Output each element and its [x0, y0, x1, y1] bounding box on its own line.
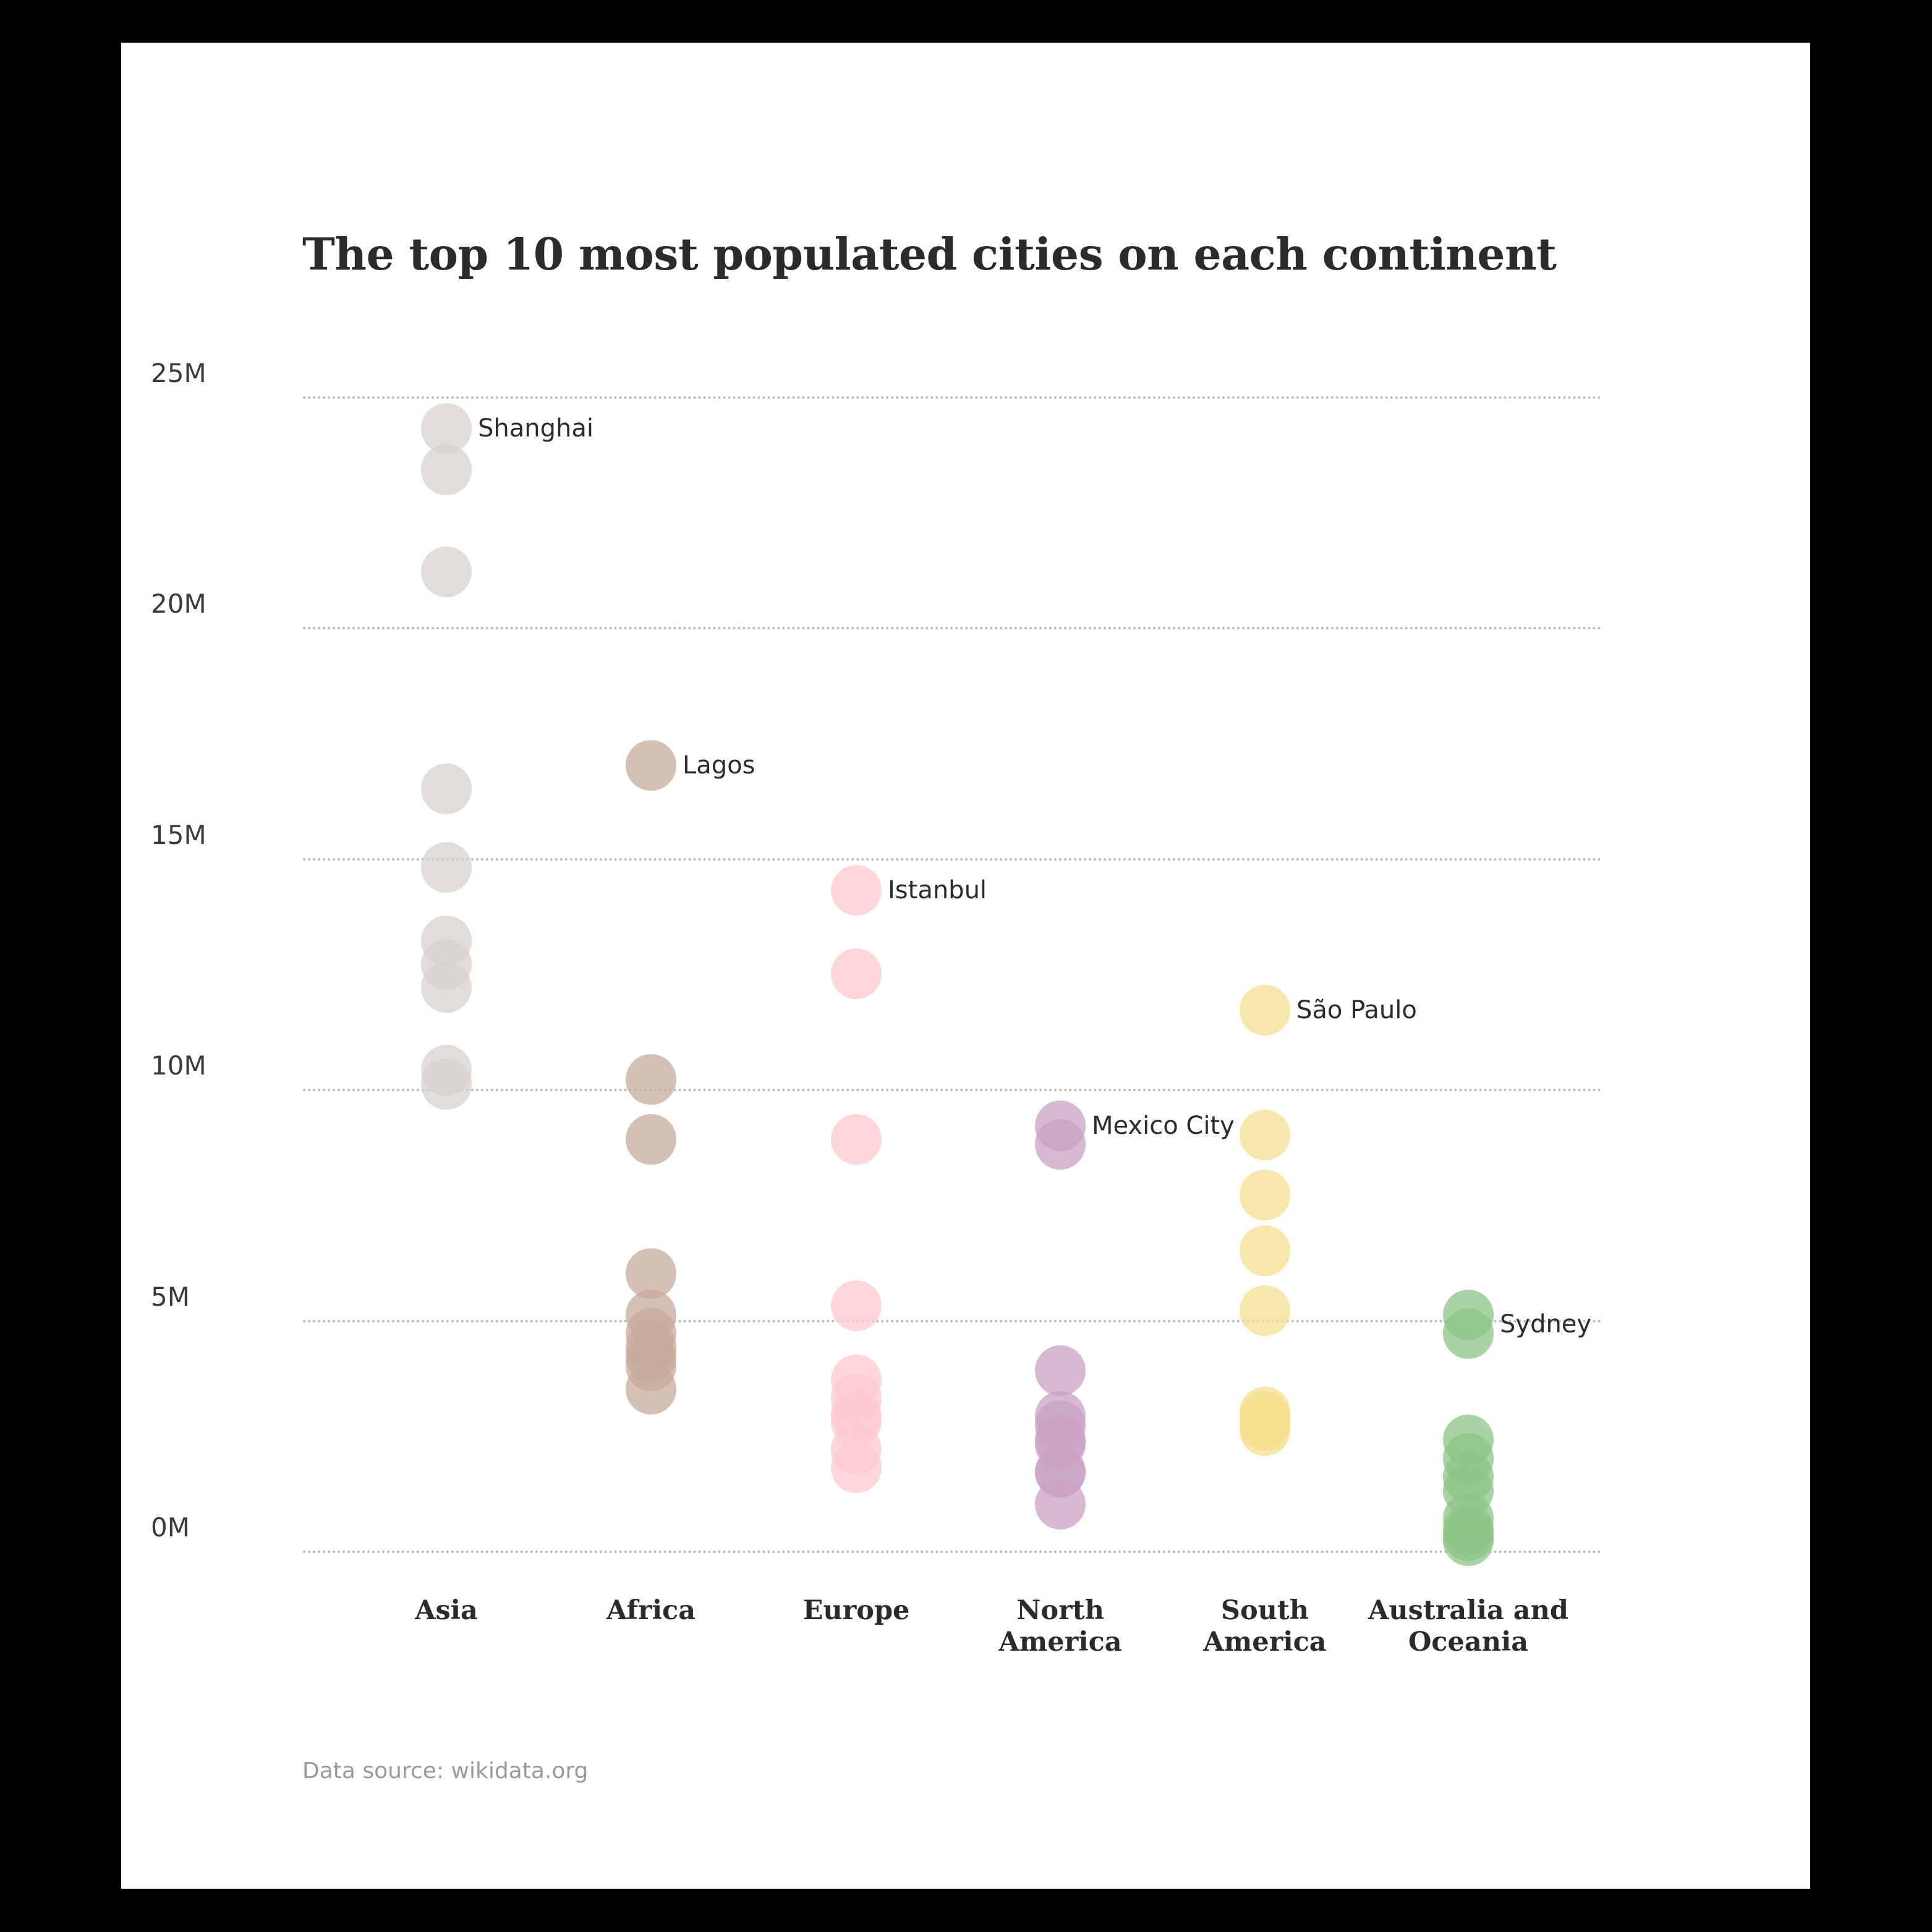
y-axis-tick-label: 20M: [151, 589, 206, 619]
data-point-label: Sydney: [1500, 1310, 1592, 1339]
x-axis-tick-label-line2: America: [998, 1626, 1122, 1658]
y-axis-tick-label: 25M: [151, 358, 206, 388]
data-point[interactable]: [421, 763, 472, 814]
data-point[interactable]: [831, 1442, 882, 1493]
scatter-plot-area: 0M 5M 10M 15M 20M 25M Shanghai Lagos Istanbul Mex…: [121, 43, 1810, 1889]
data-point[interactable]: [626, 1114, 676, 1165]
y-axis-tick-label: 10M: [151, 1050, 206, 1081]
data-point[interactable]: [831, 1114, 882, 1165]
gridline: [303, 1551, 1602, 1553]
data-point[interactable]: [1240, 1225, 1290, 1276]
y-axis-tick-label: 15M: [151, 819, 206, 850]
data-point[interactable]: [626, 1054, 676, 1105]
data-point[interactable]: [1240, 1109, 1290, 1160]
x-axis-category-label: South America: [1203, 1595, 1326, 1658]
data-point-label: Mexico City: [1092, 1111, 1235, 1140]
x-axis-tick-label-line2: America: [1203, 1626, 1327, 1658]
data-point-label: Lagos: [683, 751, 755, 780]
data-point[interactable]: [421, 445, 472, 496]
x-axis-tick-label: North: [1016, 1595, 1104, 1626]
gridline: [303, 396, 1602, 399]
data-point[interactable]: [831, 1280, 882, 1332]
data-point[interactable]: [1035, 1479, 1086, 1530]
data-point[interactable]: [1240, 1169, 1290, 1220]
data-point[interactable]: [1035, 1118, 1086, 1170]
data-point-label: Istanbul: [888, 876, 987, 905]
x-axis-tick-label: Africa: [606, 1595, 696, 1626]
x-axis-tick-label: South: [1220, 1595, 1309, 1626]
data-point[interactable]: [626, 1363, 676, 1415]
data-point[interactable]: [1240, 985, 1290, 1036]
x-axis-category-label: Europe: [803, 1595, 910, 1627]
y-axis-tick-label: 5M: [151, 1281, 190, 1312]
data-point[interactable]: [626, 740, 676, 791]
x-axis-category-label: Asia: [415, 1595, 478, 1627]
data-source-note: Data source: wikidata.org: [302, 1758, 589, 1784]
x-axis-category-label: Australia and Oceania: [1368, 1595, 1568, 1658]
data-point[interactable]: [831, 948, 882, 999]
data-point[interactable]: [1240, 1405, 1290, 1456]
data-point[interactable]: [1240, 1285, 1290, 1336]
data-point[interactable]: [421, 546, 472, 597]
data-point-label: São Paulo: [1296, 996, 1417, 1025]
gridline: [303, 1319, 1602, 1322]
gridline: [303, 1089, 1602, 1092]
data-point-label: Shanghai: [478, 414, 594, 443]
x-axis-category-label: Africa: [606, 1595, 696, 1627]
gridline: [303, 857, 1602, 861]
x-axis-tick-label: Asia: [415, 1595, 478, 1626]
data-point[interactable]: [1035, 1345, 1086, 1396]
y-axis-tick-label: 0M: [151, 1512, 190, 1543]
data-point[interactable]: [831, 865, 882, 916]
data-point[interactable]: [421, 1058, 472, 1110]
x-axis-category-label: North America: [998, 1595, 1121, 1658]
x-axis-tick-label: Europe: [802, 1595, 910, 1626]
data-point[interactable]: [1443, 1308, 1494, 1359]
gridline: [303, 627, 1602, 630]
data-point[interactable]: [1443, 1515, 1494, 1567]
data-point[interactable]: [421, 961, 472, 1013]
x-axis-tick-label: Australia and: [1368, 1595, 1568, 1626]
x-axis-tick-label-line2: Oceania: [1408, 1626, 1529, 1658]
chart-card: The top 10 most populated cities on each…: [121, 43, 1810, 1889]
data-point[interactable]: [421, 841, 472, 893]
